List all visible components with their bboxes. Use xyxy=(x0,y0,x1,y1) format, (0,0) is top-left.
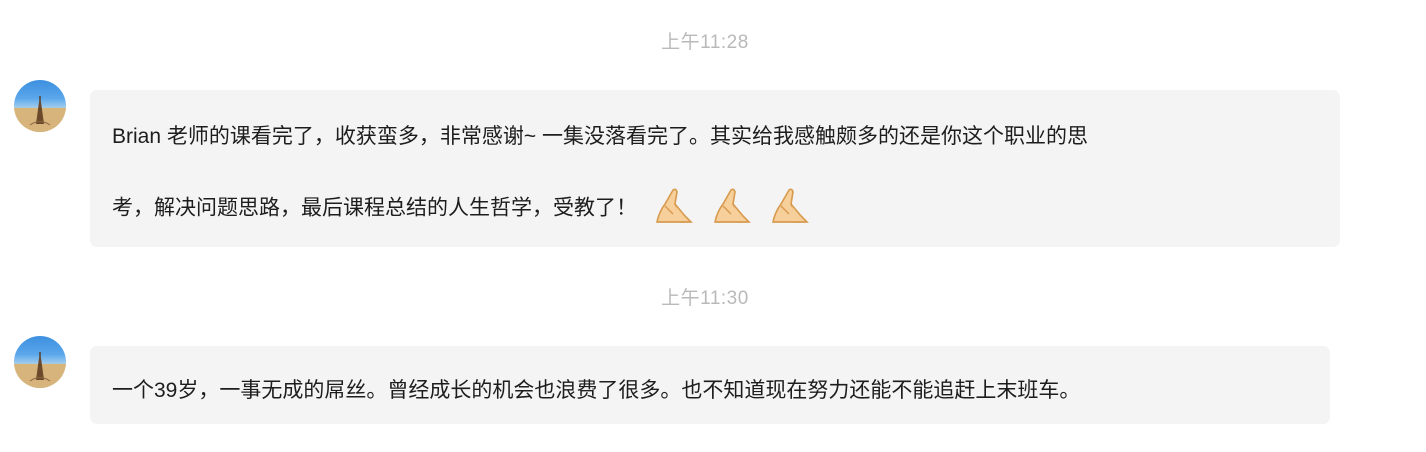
avatar-image xyxy=(14,96,66,132)
message-line: 考，解决问题思路，最后课程总结的人生哲学，受教了！ xyxy=(112,196,637,220)
avatar[interactable] xyxy=(14,80,66,132)
message-line: 一个39岁，一事无成的屌丝。曾经成长的机会也浪费了很多。也不知道现在努力还能不能… xyxy=(112,379,1081,402)
message-bubble[interactable]: Brian 老师的课看完了，收获蛮多，非常感谢~ 一集没落看完了。其实给我感触颇… xyxy=(90,90,1340,247)
message-bubble[interactable]: 一个39岁，一事无成的屌丝。曾经成长的机会也浪费了很多。也不知道现在努力还能不能… xyxy=(90,346,1330,424)
pray-emoji-icon xyxy=(714,188,751,223)
timestamp: 上午11:30 xyxy=(661,288,749,309)
chat-transcript: 上午11:28 Brian 老师的课看完了，收获蛮多，非常感谢~ 一集没落看完了… xyxy=(0,0,1426,452)
emoji-group xyxy=(651,182,813,228)
message-line: Brian 老师的课看完了，收获蛮多，非常感谢~ 一集没落看完了。其实给我感触颇… xyxy=(112,125,1088,148)
message-line-with-emoji: 考，解决问题思路，最后课程总结的人生哲学，受教了！ xyxy=(112,186,813,232)
timestamp: 上午11:28 xyxy=(661,32,749,53)
avatar[interactable] xyxy=(14,336,66,388)
pray-emoji-icon xyxy=(772,188,809,223)
pray-emoji-icon xyxy=(656,188,693,223)
avatar-image xyxy=(14,352,66,388)
